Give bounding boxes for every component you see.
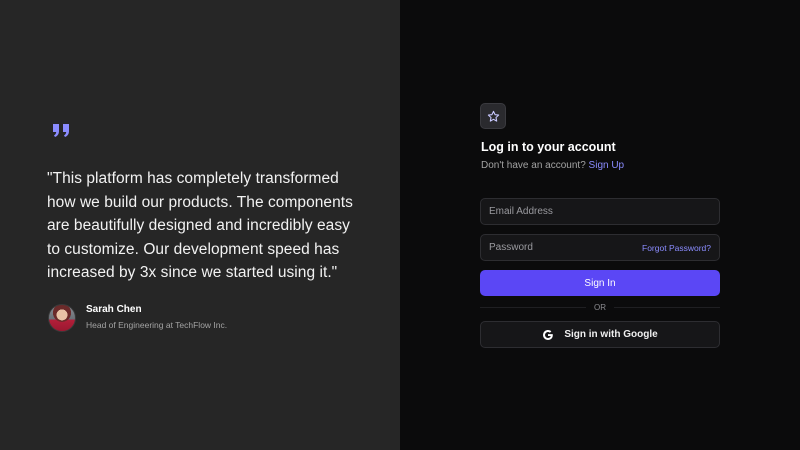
email-input[interactable] <box>489 206 711 217</box>
logo <box>480 103 506 129</box>
author-name: Sarah Chen <box>86 304 142 315</box>
divider-line-left <box>480 307 586 308</box>
testimonial-author: Sarah Chen Head of Engineering at TechFl… <box>48 303 227 332</box>
login-panel <box>400 0 800 450</box>
password-field[interactable]: Forgot Password? <box>480 234 720 261</box>
google-button-label: Sign in with Google <box>564 329 658 340</box>
sign-in-button[interactable]: Sign In <box>480 270 720 296</box>
or-divider: OR <box>480 303 720 312</box>
author-role: Head of Engineering at TechFlow Inc. <box>86 320 228 330</box>
author-info: Sarah Chen Head of Engineering at TechFl… <box>86 303 227 332</box>
star-icon <box>487 110 499 122</box>
divider-line-right <box>614 307 720 308</box>
avatar <box>48 303 76 332</box>
signup-link[interactable]: Sign Up <box>589 160 625 171</box>
page-title: Log in to your account <box>481 140 616 154</box>
no-account-text: Don't have an account? <box>481 160 586 171</box>
google-sign-in-button[interactable]: Sign in with Google <box>480 321 720 348</box>
password-input[interactable] <box>489 242 643 253</box>
forgot-password-link[interactable]: Forgot Password? <box>642 243 711 253</box>
testimonial-quote: "This platform has completely transforme… <box>47 170 353 282</box>
email-field[interactable] <box>480 198 720 225</box>
google-icon <box>543 329 554 340</box>
signup-prompt: Don't have an account? Sign Up <box>481 160 624 171</box>
divider-text: OR <box>594 303 606 312</box>
testimonial-panel: "This platform has completely transforme… <box>0 0 400 450</box>
quote-icon <box>53 124 69 137</box>
